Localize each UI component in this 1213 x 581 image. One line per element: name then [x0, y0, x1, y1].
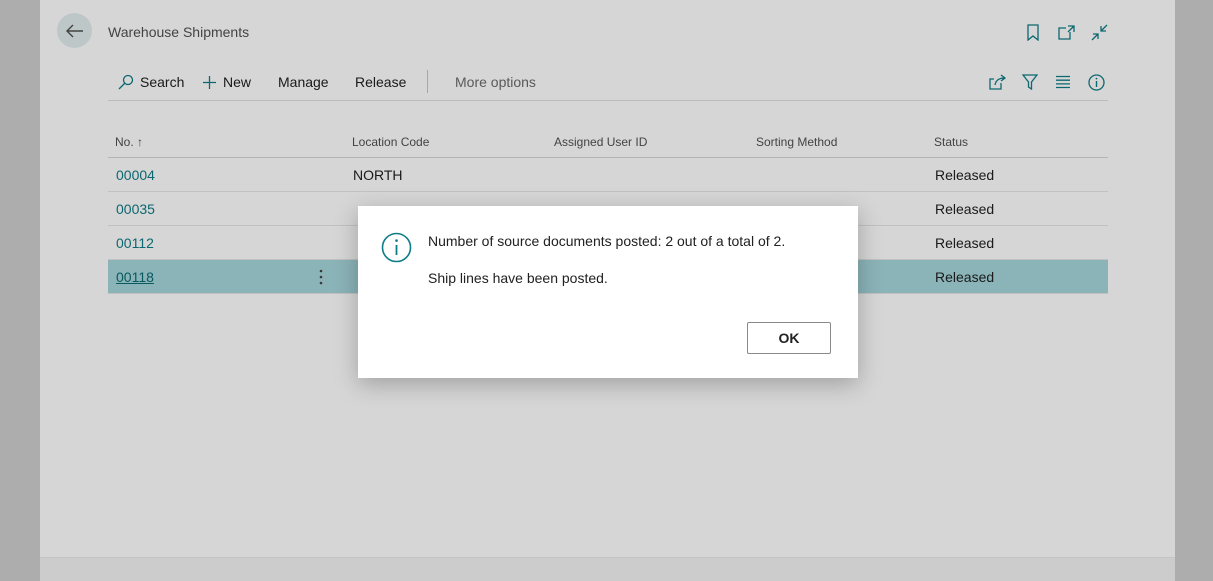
- dialog-message: Number of source documents posted: 2 out…: [428, 233, 786, 249]
- message-dialog: Number of source documents posted: 2 out…: [358, 206, 858, 378]
- info-icon: [381, 232, 412, 268]
- ok-button[interactable]: OK: [747, 322, 831, 354]
- dialog-message-detail: Ship lines have been posted.: [428, 270, 608, 286]
